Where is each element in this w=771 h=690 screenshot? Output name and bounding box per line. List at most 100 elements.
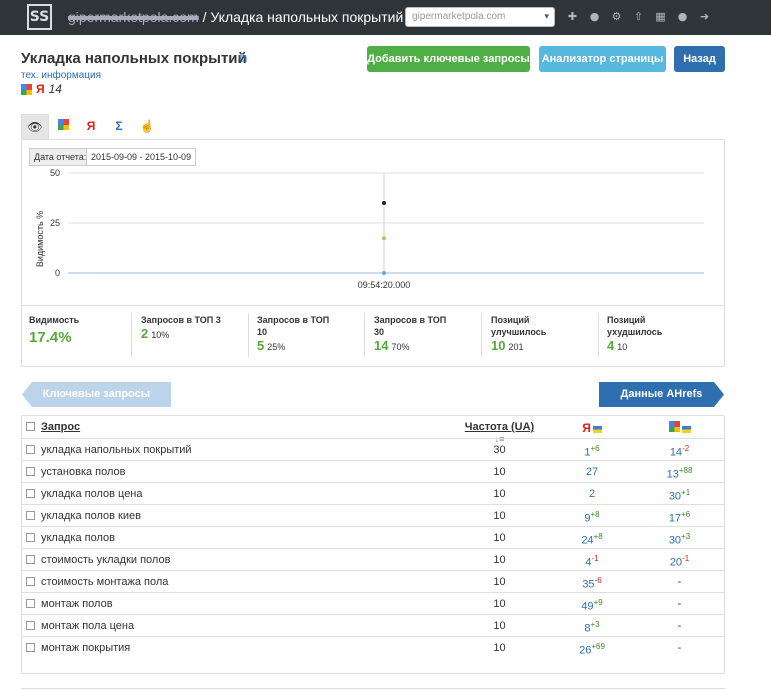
yandex-position-cell: 49+9 (557, 598, 627, 613)
table-row[interactable]: укладка полов 10 24+8 30+3 (22, 526, 724, 548)
table-row[interactable]: укладка полов киев 10 9+8 17+6 (22, 504, 724, 526)
position-value: 30 (668, 490, 682, 503)
table-row[interactable]: монтаж покрытия 10 26+69 - (22, 636, 724, 658)
query-cell: монтаж покрытия (41, 642, 131, 654)
table-row[interactable]: монтаж пола цена 10 8+3 - (22, 614, 724, 636)
user-icon[interactable]: ● (677, 10, 688, 23)
tab-google[interactable] (49, 114, 77, 139)
yandex-position-cell: 2 (557, 488, 627, 500)
position-value: - (677, 642, 682, 654)
top-navbar: SS gipermarketpola.com / Укладка напольн… (0, 0, 771, 35)
data-point[interactable] (382, 271, 386, 275)
position-delta: -6 (594, 576, 602, 585)
gear-icon[interactable]: ⚙ (611, 10, 622, 23)
freq-cell: 10 (493, 532, 506, 544)
row-checkbox[interactable] (26, 643, 35, 652)
table-row[interactable]: укладка напольных покрытий 30 1+6 14-2 (22, 438, 724, 460)
yandex-icon: Я (86, 119, 96, 133)
row-checkbox[interactable] (26, 555, 35, 564)
position-value: 27 (585, 466, 599, 478)
add-keywords-button[interactable]: Добавить ключевые запросы (367, 46, 530, 72)
row-checkbox[interactable] (26, 621, 35, 630)
position-value: - (677, 620, 682, 632)
keywords-table: Запрос Частота (UA) ↓≡ Я укладка напольн… (21, 415, 725, 674)
table-row[interactable]: монтаж полов 10 49+9 - (22, 592, 724, 614)
position-value: 26 (579, 644, 592, 657)
app-logo[interactable]: SS (27, 4, 52, 30)
x-tick-label: 09:54:20.000 (358, 280, 411, 290)
view-tabs: 👁 Я Σ ☝ (21, 114, 161, 139)
google-icon (57, 119, 69, 130)
tab-click[interactable]: ☝ (133, 114, 161, 139)
bottom-divider (21, 688, 725, 689)
google-position-cell: 30+1 (642, 488, 717, 503)
logout-icon[interactable]: ➜ (699, 10, 710, 23)
site-domain: gipermarketpola.com (68, 9, 199, 25)
row-checkbox[interactable] (26, 467, 35, 476)
select-all-checkbox[interactable] (26, 422, 35, 431)
position-value: 13 (666, 468, 679, 481)
freq-cell: 10 (493, 554, 506, 566)
stat-label: Запросов в ТОП 3 (141, 315, 221, 325)
stat-percent: 10% (151, 330, 170, 340)
upload-icon[interactable]: ⇧ (633, 10, 644, 23)
row-checkbox[interactable] (26, 533, 35, 542)
ukraine-flag-icon (592, 425, 602, 433)
yandex-position-cell: 24+8 (557, 532, 627, 547)
stats-divider (22, 305, 724, 306)
position-delta: +8 (590, 510, 600, 519)
site-select[interactable]: gipermarketpola.com ▾ (405, 7, 555, 27)
position-value: 35 (582, 578, 595, 591)
site-select-value: gipermarketpola.com (412, 11, 506, 22)
google-position-cell: - (642, 620, 717, 632)
data-point[interactable] (382, 201, 386, 205)
page-analyzer-button[interactable]: Анализатор страницы (539, 46, 666, 72)
grid-icon[interactable]: ▦ (655, 10, 666, 23)
ahrefs-nav-button[interactable]: Данные AHrefs (599, 382, 724, 407)
visibility-panel: Дата отчета: 2015-09-09 - 2015-10-09 Вид… (21, 139, 725, 367)
stat-separator (598, 313, 599, 357)
stat-label: Запросов в ТОП 30 (374, 315, 447, 337)
data-point[interactable] (382, 236, 386, 241)
position-value: 14 (669, 446, 683, 459)
yandex-position-cell: 4-1 (557, 554, 627, 569)
row-checkbox[interactable] (26, 599, 35, 608)
tech-info-link[interactable]: тех. информация (21, 70, 101, 81)
report-date-range[interactable]: 2015-09-09 - 2015-10-09 (86, 148, 197, 166)
position-delta: -1 (591, 554, 599, 563)
position-delta: +6 (681, 510, 691, 519)
table-row[interactable]: стоимость монтажа пола 10 35-6 - (22, 570, 724, 592)
info-icon[interactable]: ● (589, 10, 600, 23)
freq-cell: 10 (493, 510, 506, 522)
tab-visibility[interactable]: 👁 (21, 114, 49, 139)
table-row[interactable]: стоимость укладки полов 10 4-1 20-1 (22, 548, 724, 570)
keywords-nav-button[interactable]: Ключевые запросы (22, 382, 171, 407)
back-button[interactable]: Назад (674, 46, 725, 72)
top-icons: ✚ ● ⚙ ⇧ ▦ ● ➜ (567, 10, 710, 23)
plus-icon[interactable]: ✚ (567, 10, 578, 23)
row-checkbox[interactable] (26, 445, 35, 454)
row-checkbox[interactable] (26, 489, 35, 498)
external-link-icon[interactable]: ⧉ (239, 52, 247, 66)
page-title: Укладка напольных покрытий (21, 50, 247, 67)
col-yandex-header[interactable]: Я (557, 421, 627, 435)
query-cell: укладка напольных покрытий (41, 444, 192, 456)
col-query-header[interactable]: Запрос (41, 421, 80, 433)
tab-sum[interactable]: Σ (105, 114, 133, 139)
query-cell: укладка полов киев (41, 510, 141, 522)
row-checkbox[interactable] (26, 577, 35, 586)
tab-yandex[interactable]: Я (77, 114, 105, 139)
table-row[interactable]: укладка полов цена 10 2 30+1 (22, 482, 724, 504)
stat-separator (131, 313, 132, 357)
table-row[interactable]: установка полов 10 27 13+88 (22, 460, 724, 482)
yandex-position-cell: 8+3 (557, 620, 627, 635)
row-checkbox[interactable] (26, 511, 35, 520)
table-header: Запрос Частота (UA) ↓≡ Я (22, 416, 724, 444)
col-google-header[interactable] (642, 421, 717, 435)
freq-cell: 10 (493, 488, 506, 500)
position-delta: +1 (681, 488, 691, 497)
stat-separator (481, 313, 482, 357)
google-position-cell: - (642, 598, 717, 610)
stat-value: 4 (607, 338, 615, 353)
stat-percent: 10 (617, 342, 628, 352)
